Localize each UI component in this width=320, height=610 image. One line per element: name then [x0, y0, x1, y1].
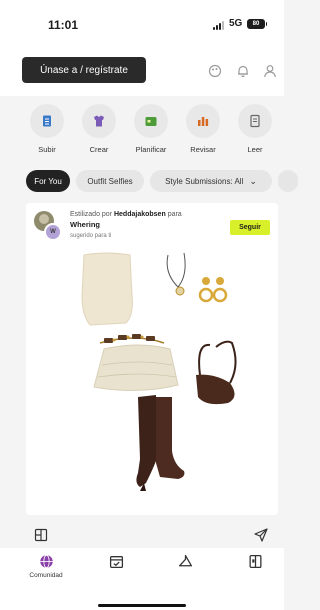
status-time: 11:01: [48, 18, 79, 32]
battery-icon: 80: [247, 19, 267, 29]
bell-icon[interactable]: [236, 64, 250, 78]
nav-item-calendar[interactable]: [91, 554, 141, 572]
nav-item-outfits[interactable]: [160, 554, 210, 572]
nav-label: Comunidad: [29, 572, 63, 579]
action-label: Subir: [38, 145, 56, 154]
action-read[interactable]: Leer: [233, 104, 277, 154]
chip-outfit-selfies[interactable]: Outfit Selfies: [76, 170, 144, 192]
chain-belt-image: [99, 334, 165, 344]
bottom-navigation: Comunidad: [0, 548, 284, 610]
action-label: Crear: [89, 145, 109, 154]
join-register-button[interactable]: Únase a / regístrate: [22, 57, 146, 83]
quick-actions: Subir Crear Planificar Revisar Leer: [0, 104, 284, 160]
styled-suffix: para: [167, 211, 182, 218]
action-plan[interactable]: Planificar: [129, 104, 173, 154]
mini-skirt-image: [93, 344, 179, 392]
palette-icon[interactable]: [208, 64, 222, 78]
necklace-image: [166, 252, 186, 296]
chip-more[interactable]: [278, 170, 298, 192]
calendar-icon: [145, 117, 157, 126]
styled-prefix: Estilizado por: [70, 211, 113, 218]
chip-style-submissions[interactable]: Style Submissions: All ⌄: [150, 170, 272, 192]
outfit-post-card[interactable]: W Estilizado por Heddajakobsen para Wher…: [26, 203, 278, 515]
action-upload[interactable]: Subir: [25, 104, 69, 154]
calendar-check-icon: [109, 556, 123, 569]
signal-icon: [213, 21, 224, 30]
create-icon: [94, 115, 104, 127]
wardrobe-icon: [249, 554, 261, 569]
document-icon: [250, 114, 260, 128]
nav-item-community[interactable]: Comunidad: [21, 554, 71, 579]
send-icon[interactable]: [254, 528, 268, 542]
chip-for-you[interactable]: For You: [26, 170, 70, 192]
earrings-image: [198, 277, 228, 303]
nav-item-wardrobe[interactable]: [230, 554, 280, 572]
status-bar: 11:01 5G 80: [0, 0, 284, 44]
outfit-image[interactable]: [46, 225, 258, 515]
hanger-icon: [178, 554, 192, 567]
chevron-down-icon: ⌄: [249, 175, 257, 186]
action-label: Planificar: [135, 145, 167, 154]
home-indicator[interactable]: [98, 604, 186, 607]
action-create[interactable]: Crear: [77, 104, 121, 154]
upload-icon: [43, 115, 51, 127]
layout-icon[interactable]: [34, 528, 48, 542]
network-label: 5G: [229, 18, 243, 29]
handbag-image: [196, 340, 237, 405]
strapless-top-image: [81, 252, 133, 326]
globe-icon: [39, 554, 53, 569]
profile-icon[interactable]: [263, 64, 277, 78]
app-header: Únase a / regístrate: [0, 44, 284, 96]
chip-style-submissions-label: Style Submissions: All: [165, 176, 244, 186]
author-name[interactable]: Heddajakobsen: [114, 211, 166, 218]
boots-image: [136, 395, 185, 491]
filter-chips: For You Outfit Selfies Style Submissions…: [0, 170, 298, 192]
action-label: Leer: [247, 145, 263, 154]
action-label: Revisar: [190, 145, 216, 154]
chart-icon: [198, 117, 209, 126]
action-review[interactable]: Revisar: [181, 104, 225, 154]
